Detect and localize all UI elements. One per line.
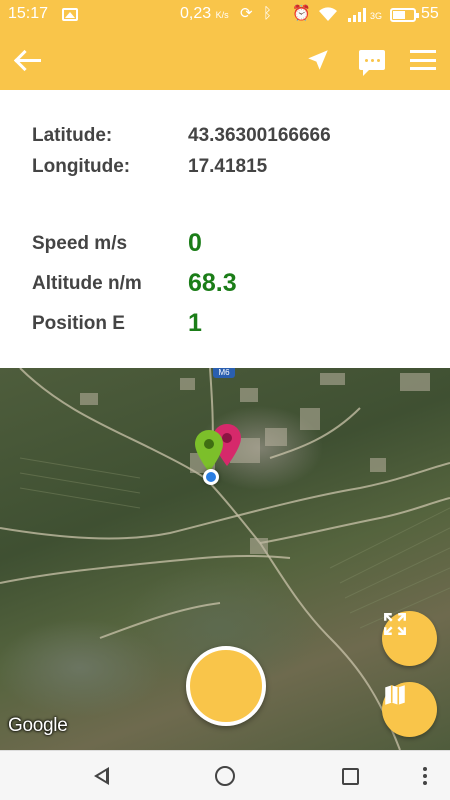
altitude-label: Altitude n/m bbox=[32, 273, 142, 294]
bluetooth-icon: ᛒ bbox=[263, 5, 273, 22]
nav-more-button[interactable] bbox=[412, 763, 438, 789]
latitude-value: 43.36300166666 bbox=[188, 125, 331, 146]
altitude-value: 68.3 bbox=[188, 269, 237, 297]
more-vertical-icon bbox=[423, 767, 427, 785]
wifi-icon bbox=[319, 7, 337, 21]
position-label: Position E bbox=[32, 313, 125, 334]
battery-icon bbox=[390, 8, 419, 22]
my-location-dot-icon bbox=[203, 469, 219, 485]
menu-button[interactable] bbox=[405, 42, 441, 78]
gps-info-panel: Latitude: 43.36300166666 Longitude: 17.4… bbox=[0, 90, 450, 368]
status-time: 15:17 bbox=[8, 5, 49, 22]
latitude-label: Latitude: bbox=[32, 125, 113, 146]
app-toolbar bbox=[0, 30, 450, 90]
navigation-arrow-icon bbox=[308, 50, 328, 70]
network-speed: 0,23 K/s bbox=[180, 5, 229, 22]
map-icon bbox=[385, 685, 405, 705]
status-bar: 15:17 0,23 K/s ⟳ ᛒ ⏰ 3G 55 bbox=[0, 0, 450, 30]
network-type: 3G bbox=[370, 11, 383, 21]
system-nav-bar bbox=[0, 750, 450, 800]
nav-home-button[interactable] bbox=[212, 763, 238, 789]
signal-icon bbox=[348, 8, 368, 22]
battery-percent: 55 bbox=[421, 5, 439, 22]
map-pin-green-icon[interactable] bbox=[195, 430, 223, 472]
map-type-button[interactable] bbox=[382, 682, 437, 737]
square-recents-icon bbox=[341, 767, 359, 785]
navigate-button[interactable] bbox=[300, 42, 336, 78]
arrow-back-icon bbox=[15, 58, 41, 62]
nav-back-button[interactable] bbox=[88, 763, 114, 789]
fullscreen-button[interactable] bbox=[382, 611, 437, 666]
message-button[interactable] bbox=[354, 42, 390, 78]
alarm-icon: ⏰ bbox=[292, 5, 311, 22]
image-icon bbox=[62, 8, 78, 21]
chat-bubble-icon bbox=[359, 50, 385, 76]
road-badge: M6 bbox=[213, 368, 235, 378]
sync-icon: ⟳ bbox=[240, 5, 253, 22]
center-action-button[interactable] bbox=[186, 646, 266, 726]
google-attribution: Google bbox=[8, 715, 68, 736]
speed-value: 0 bbox=[188, 229, 202, 257]
position-value: 1 bbox=[188, 309, 202, 337]
circle-home-icon bbox=[215, 766, 235, 786]
longitude-label: Longitude: bbox=[32, 156, 131, 177]
back-button[interactable] bbox=[10, 42, 46, 78]
satellite-map[interactable]: M6 Google bbox=[0, 368, 450, 750]
longitude-value: 17.41815 bbox=[188, 156, 268, 177]
expand-icon bbox=[384, 613, 406, 635]
speed-label: Speed m/s bbox=[32, 233, 128, 254]
triangle-back-icon bbox=[93, 767, 109, 785]
hamburger-menu-icon bbox=[410, 50, 436, 70]
nav-recents-button[interactable] bbox=[337, 763, 363, 789]
